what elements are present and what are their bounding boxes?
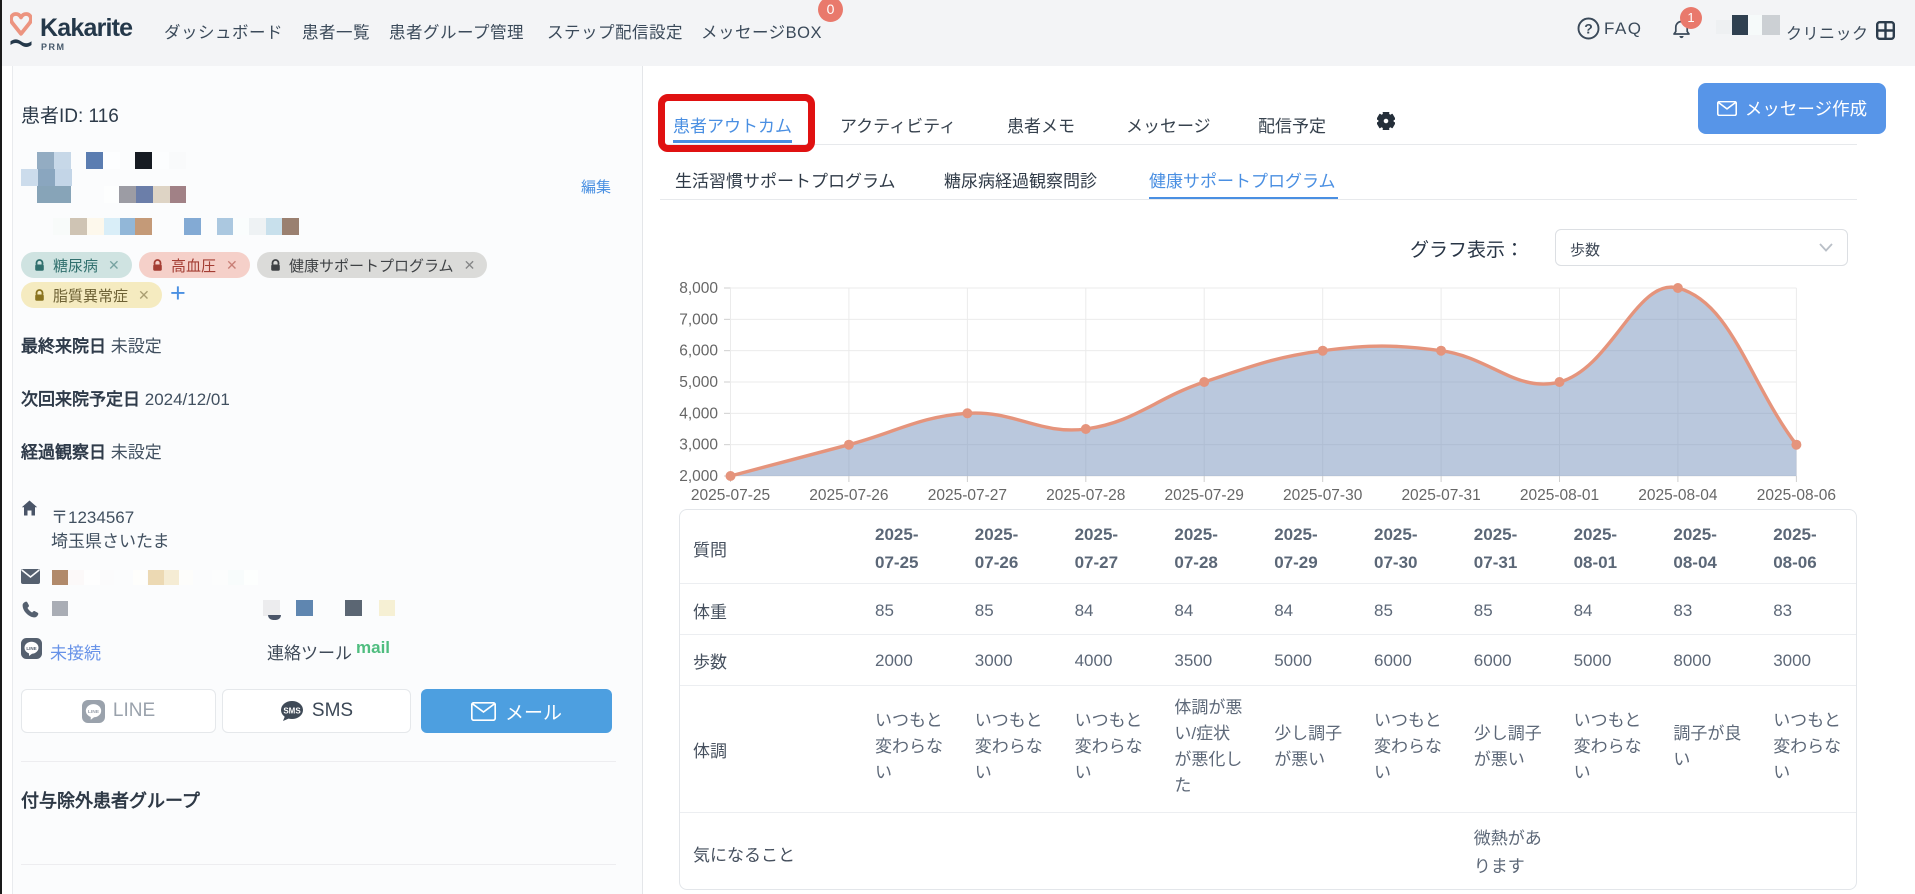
svg-text:2025-07-28: 2025-07-28: [1046, 487, 1125, 504]
svg-text:2,000: 2,000: [679, 468, 718, 485]
svg-text:2025-08-01: 2025-08-01: [1520, 487, 1599, 504]
svg-text:5,000: 5,000: [679, 374, 718, 391]
svg-text:6,000: 6,000: [679, 343, 718, 360]
svg-text:2025-07-25: 2025-07-25: [691, 487, 770, 504]
svg-text:4,000: 4,000: [679, 405, 718, 422]
svg-text:2025-08-06: 2025-08-06: [1757, 487, 1836, 504]
svg-text:2025-07-31: 2025-07-31: [1401, 487, 1480, 504]
svg-text:3,000: 3,000: [679, 437, 718, 454]
svg-text:2025-07-27: 2025-07-27: [928, 487, 1007, 504]
svg-text:2025-07-26: 2025-07-26: [809, 487, 888, 504]
svg-text:2025-07-30: 2025-07-30: [1283, 487, 1363, 504]
svg-text:7,000: 7,000: [679, 311, 718, 328]
svg-text:8,000: 8,000: [679, 280, 718, 297]
svg-text:2025-08-04: 2025-08-04: [1638, 487, 1718, 504]
svg-text:2025-07-29: 2025-07-29: [1165, 487, 1244, 504]
